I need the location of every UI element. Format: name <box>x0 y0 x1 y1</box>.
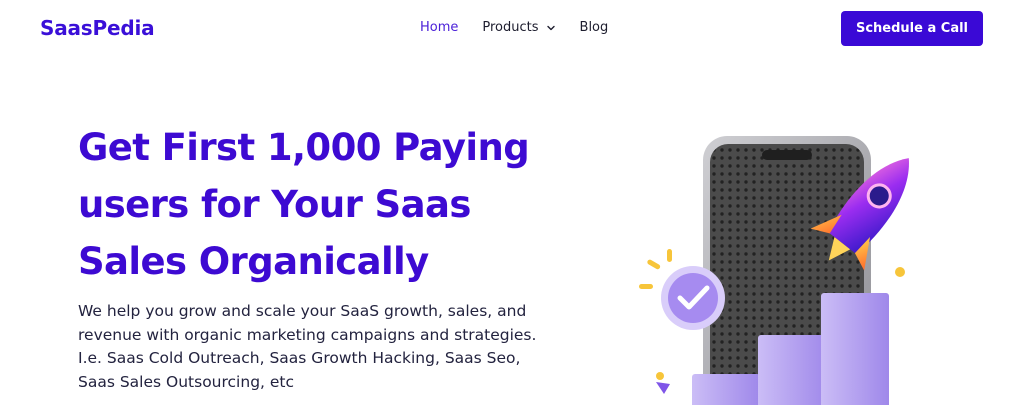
schedule-call-button[interactable]: Schedule a Call <box>841 11 983 46</box>
nav-home-label: Home <box>420 20 459 35</box>
hero-title-line-1: Get First 1,000 Paying <box>78 126 530 169</box>
triangle-shape <box>656 382 670 394</box>
check-badge-icon <box>661 266 725 330</box>
hero-description: We help you grow and scale your SaaS gro… <box>78 302 537 391</box>
hero-title-line-2: users for Your Saas <box>78 183 471 226</box>
hero-title: Get First 1,000 Paying users for Your Sa… <box>78 119 598 290</box>
nav-products-label: Products <box>482 20 539 35</box>
chevron-down-icon <box>546 25 555 30</box>
hero-illustration <box>639 136 909 405</box>
main-nav: Home Products Blog <box>420 20 632 35</box>
hero-title-line-3: Sales Organically <box>78 240 429 283</box>
nav-blog[interactable]: Blog <box>580 20 609 35</box>
nav-blog-label: Blog <box>579 20 609 35</box>
nav-products[interactable]: Products <box>482 20 555 35</box>
nav-home[interactable]: Home <box>420 20 458 35</box>
brand-logo[interactable]: SaasPedia <box>40 16 155 40</box>
